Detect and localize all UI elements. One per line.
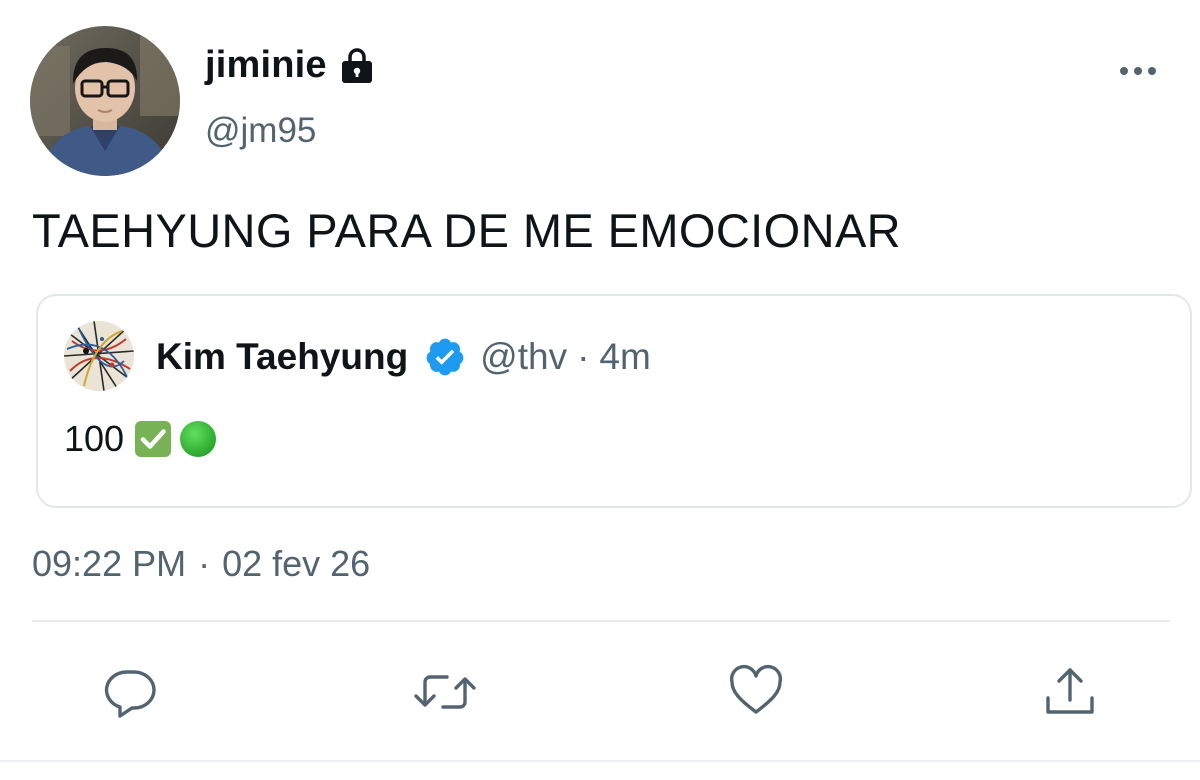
tweet-text: TAEHYUNG PARA DE ME EMOCIONAR (32, 204, 902, 257)
check-mark-button-emoji (134, 420, 172, 458)
more-dots-icon[interactable] (1118, 60, 1158, 82)
green-circle-emoji (178, 419, 218, 459)
bottom-border (0, 760, 1200, 762)
lock-icon (337, 46, 377, 86)
reply-button[interactable] (102, 664, 158, 720)
reply-icon (104, 670, 156, 718)
timestamp-time: 09:22 PM (32, 543, 187, 584)
timestamp-date: 02 fev 26 (222, 543, 371, 584)
author-name-row: jiminie (205, 44, 377, 87)
profile-photo (30, 26, 180, 176)
retweet-icon (414, 675, 476, 709)
like-button[interactable] (728, 664, 784, 720)
quoted-tweet-body: 100 (64, 418, 218, 460)
header-separator: · (577, 336, 590, 377)
heart-icon (729, 664, 783, 714)
quoted-tweet-card[interactable]: Kim Taehyung @thv · 4m 100 (36, 294, 1192, 508)
author-avatar[interactable] (30, 26, 180, 176)
timestamp-separator: · (198, 543, 211, 584)
quoted-author-avatar[interactable] (64, 321, 134, 391)
retweet-button[interactable] (413, 664, 477, 720)
author-display-name[interactable]: jiminie (205, 44, 327, 87)
abstract-painting-avatar (64, 321, 134, 391)
quoted-tweet-time[interactable]: 4m (599, 336, 650, 378)
tweet-timestamp[interactable]: 09:22 PM · 02 fev 26 (32, 543, 370, 585)
quoted-tweet-header: Kim Taehyung @thv · 4m (156, 336, 651, 378)
share-icon (1046, 668, 1094, 714)
divider (32, 620, 1170, 622)
quoted-tweet-text: 100 (64, 418, 125, 459)
share-button[interactable] (1042, 664, 1098, 720)
quoted-author-name[interactable]: Kim Taehyung (156, 336, 408, 378)
author-handle[interactable]: @jm95 (205, 111, 316, 151)
verified-badge-icon (424, 336, 466, 378)
quoted-author-handle[interactable]: @thv (480, 336, 567, 378)
